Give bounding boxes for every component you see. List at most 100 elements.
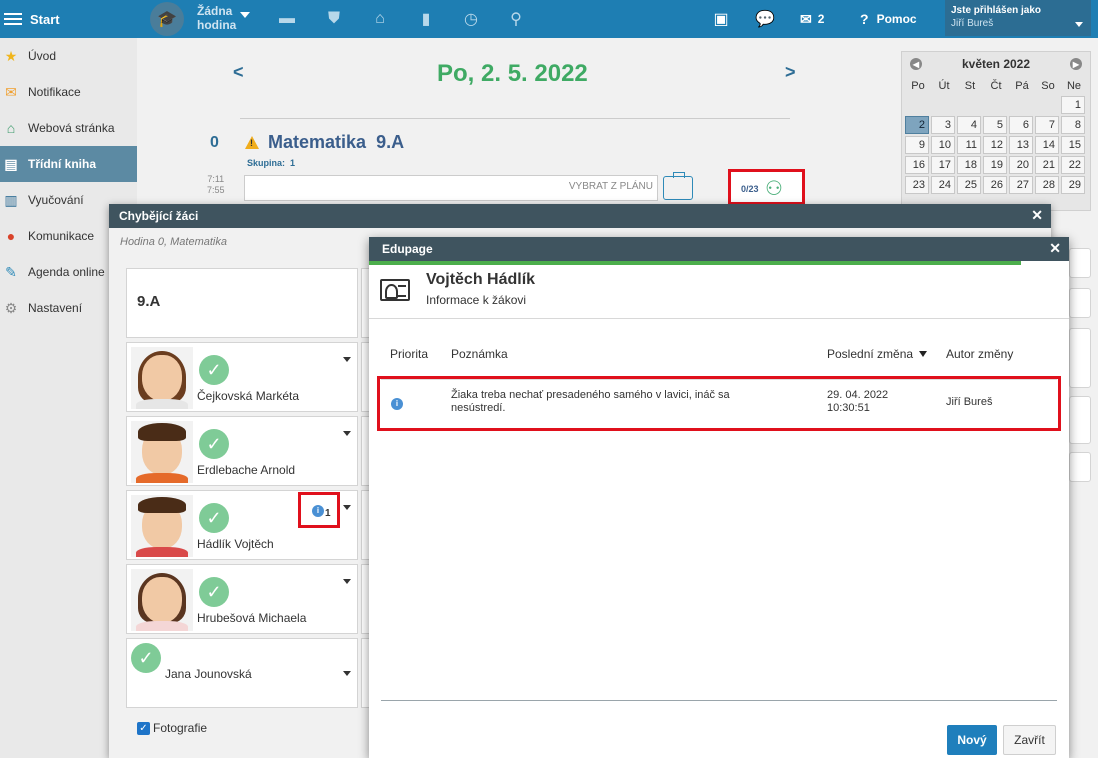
present-check-icon[interactable]: ✓ — [131, 643, 161, 673]
photos-toggle[interactable]: ✓ Fotografie — [137, 721, 207, 735]
student-card[interactable]: ✓ Hádlík Vojtěch i 1 — [126, 490, 358, 560]
calendar-day[interactable]: 11 — [957, 136, 981, 154]
previous-month-icon[interactable]: ◀ — [910, 58, 922, 70]
calendar-day[interactable]: 10 — [931, 136, 955, 154]
lesson-topic-input[interactable]: VYBRAT Z PLÁNU — [244, 175, 658, 201]
calendar-day[interactable]: 28 — [1035, 176, 1059, 194]
sidebar-item-tridni-kniha[interactable]: ▤ Třídní kniha — [0, 146, 137, 182]
calendar-day[interactable]: 4 — [957, 116, 981, 134]
checkbox-checked-icon[interactable]: ✓ — [137, 721, 150, 735]
close-button[interactable]: Zavřít — [1003, 725, 1056, 755]
pen-icon: ✎ — [5, 263, 17, 280]
calendar-day[interactable]: 7 — [1035, 116, 1059, 134]
present-check-icon[interactable]: ✓ — [199, 503, 229, 533]
bar-chart-icon[interactable]: ▮ — [415, 8, 437, 30]
school-icon[interactable]: ⌂ — [369, 8, 391, 30]
class-card[interactable]: 9.A — [126, 268, 358, 338]
date-title: Po, 2. 5. 2022 — [437, 60, 588, 87]
close-icon[interactable]: ✕ — [1031, 207, 1043, 224]
student-card[interactable]: ✓ Hrubešová Michaela — [126, 564, 358, 634]
close-icon[interactable]: ✕ — [1049, 240, 1061, 257]
start-menu-button[interactable]: Start — [0, 0, 60, 38]
calendar-weekday: Čt — [990, 80, 1002, 92]
calendar-header: ◀ květen 2022 ▶ — [902, 52, 1090, 76]
calendar-day[interactable]: 5 — [983, 116, 1007, 134]
student-photo — [131, 347, 193, 409]
present-check-icon[interactable]: ✓ — [199, 429, 229, 459]
help-button[interactable]: ? Pomoc — [860, 0, 917, 38]
present-check-icon[interactable]: ✓ — [199, 355, 229, 385]
calendar-day[interactable]: 1 — [1061, 96, 1085, 114]
previous-day-arrow[interactable]: < — [233, 62, 244, 83]
screen-share-icon[interactable]: ▣ — [710, 8, 732, 30]
calendar-day[interactable]: 18 — [957, 156, 981, 174]
calendar-day[interactable]: 20 — [1009, 156, 1033, 174]
messages-button[interactable]: ✉ 2 — [800, 0, 824, 38]
sidebar-item-webova-stranka[interactable]: ⌂ Webová stránka — [0, 110, 137, 146]
student-card[interactable]: ✓ Čejkovská Markéta — [126, 342, 358, 412]
calendar-day[interactable]: 2 — [905, 116, 929, 134]
top-bar: Start 🎓 Žádna hodina ▬ ⛊ ⌂ ▮ ◷ ⚲ ▣ 💬 ✉ 2… — [0, 0, 1098, 38]
chat-icon[interactable]: 💬 — [754, 8, 776, 30]
calendar-day[interactable]: 17 — [931, 156, 955, 174]
calendar-month: květen 2022 — [961, 57, 1031, 71]
student-photo — [131, 569, 193, 631]
calendar-day[interactable]: 13 — [1009, 136, 1033, 154]
panel-stub — [1069, 328, 1091, 388]
lesson-selector[interactable]: Žádna hodina — [197, 4, 236, 32]
calendar-day — [983, 96, 1007, 114]
calendar-day[interactable]: 19 — [983, 156, 1007, 174]
calendar-day[interactable]: 24 — [931, 176, 955, 194]
student-card[interactable]: ✓ Erdlebache Arnold — [126, 416, 358, 486]
graduation-cap-icon[interactable]: 🎓 — [150, 2, 184, 36]
chevron-down-icon[interactable] — [343, 671, 351, 676]
calendar-day[interactable]: 25 — [957, 176, 981, 194]
attendance-button[interactable]: 0/23 ⚇ — [728, 169, 805, 205]
student-note-indicator[interactable]: i 1 — [298, 492, 340, 528]
info-icon: i — [391, 398, 403, 410]
chevron-down-icon[interactable] — [343, 357, 351, 362]
sidebar-item-label: Notifikace — [28, 85, 81, 99]
briefcase-icon[interactable] — [663, 172, 693, 200]
sidebar-item-uvod[interactable]: ★ Úvod — [0, 38, 137, 74]
chevron-down-icon[interactable] — [343, 505, 351, 510]
sidebar-item-label: Komunikace — [28, 229, 95, 243]
people-walking-icon[interactable]: ⚲ — [505, 8, 527, 30]
calendar-day[interactable]: 23 — [905, 176, 929, 194]
envelope-icon: ✉ — [5, 83, 17, 100]
calendar-day[interactable]: 14 — [1035, 136, 1059, 154]
clock-icon[interactable]: ◷ — [460, 8, 482, 30]
calendar-day[interactable]: 27 — [1009, 176, 1033, 194]
next-day-arrow[interactable]: > — [785, 62, 796, 83]
column-header-note[interactable]: Poznámka — [451, 347, 508, 361]
calendar-day[interactable]: 16 — [905, 156, 929, 174]
calendar-day[interactable]: 8 — [1061, 116, 1085, 134]
column-header-priority[interactable]: Priorita — [390, 347, 428, 361]
column-header-last-change[interactable]: Poslední změna — [827, 347, 928, 361]
select-from-plan-button[interactable]: VYBRAT Z PLÁNU — [569, 181, 653, 192]
calendar-day[interactable]: 12 — [983, 136, 1007, 154]
next-month-icon[interactable]: ▶ — [1070, 58, 1082, 70]
calendar-day[interactable]: 9 — [905, 136, 929, 154]
sidebar-item-notifikace[interactable]: ✉ Notifikace — [0, 74, 137, 110]
user-menu[interactable]: Jste přihlášen jako Jiří Bureš — [945, 0, 1091, 36]
calendar-day[interactable]: 22 — [1061, 156, 1085, 174]
chevron-down-icon[interactable] — [240, 12, 250, 18]
calendar-day[interactable]: 21 — [1035, 156, 1059, 174]
briefcase-icon[interactable]: ▬ — [276, 8, 298, 30]
calendar-day[interactable]: 29 — [1061, 176, 1085, 194]
chevron-down-icon[interactable] — [343, 579, 351, 584]
calendar-day[interactable]: 6 — [1009, 116, 1033, 134]
calendar-day[interactable]: 15 — [1061, 136, 1085, 154]
column-header-author[interactable]: Autor změny — [946, 347, 1013, 361]
shield-icon[interactable]: ⛊ — [323, 8, 345, 30]
help-label: Pomoc — [876, 12, 917, 26]
student-card[interactable]: ✓ Jana Jounovská — [126, 638, 358, 708]
calendar-day[interactable]: 3 — [931, 116, 955, 134]
chevron-down-icon[interactable] — [343, 431, 351, 436]
new-note-button[interactable]: Nový — [947, 725, 997, 755]
calendar-day[interactable]: 26 — [983, 176, 1007, 194]
progress-bar — [369, 261, 1021, 265]
lesson-subject[interactable]: Matematika 9.A — [268, 132, 404, 153]
present-check-icon[interactable]: ✓ — [199, 577, 229, 607]
